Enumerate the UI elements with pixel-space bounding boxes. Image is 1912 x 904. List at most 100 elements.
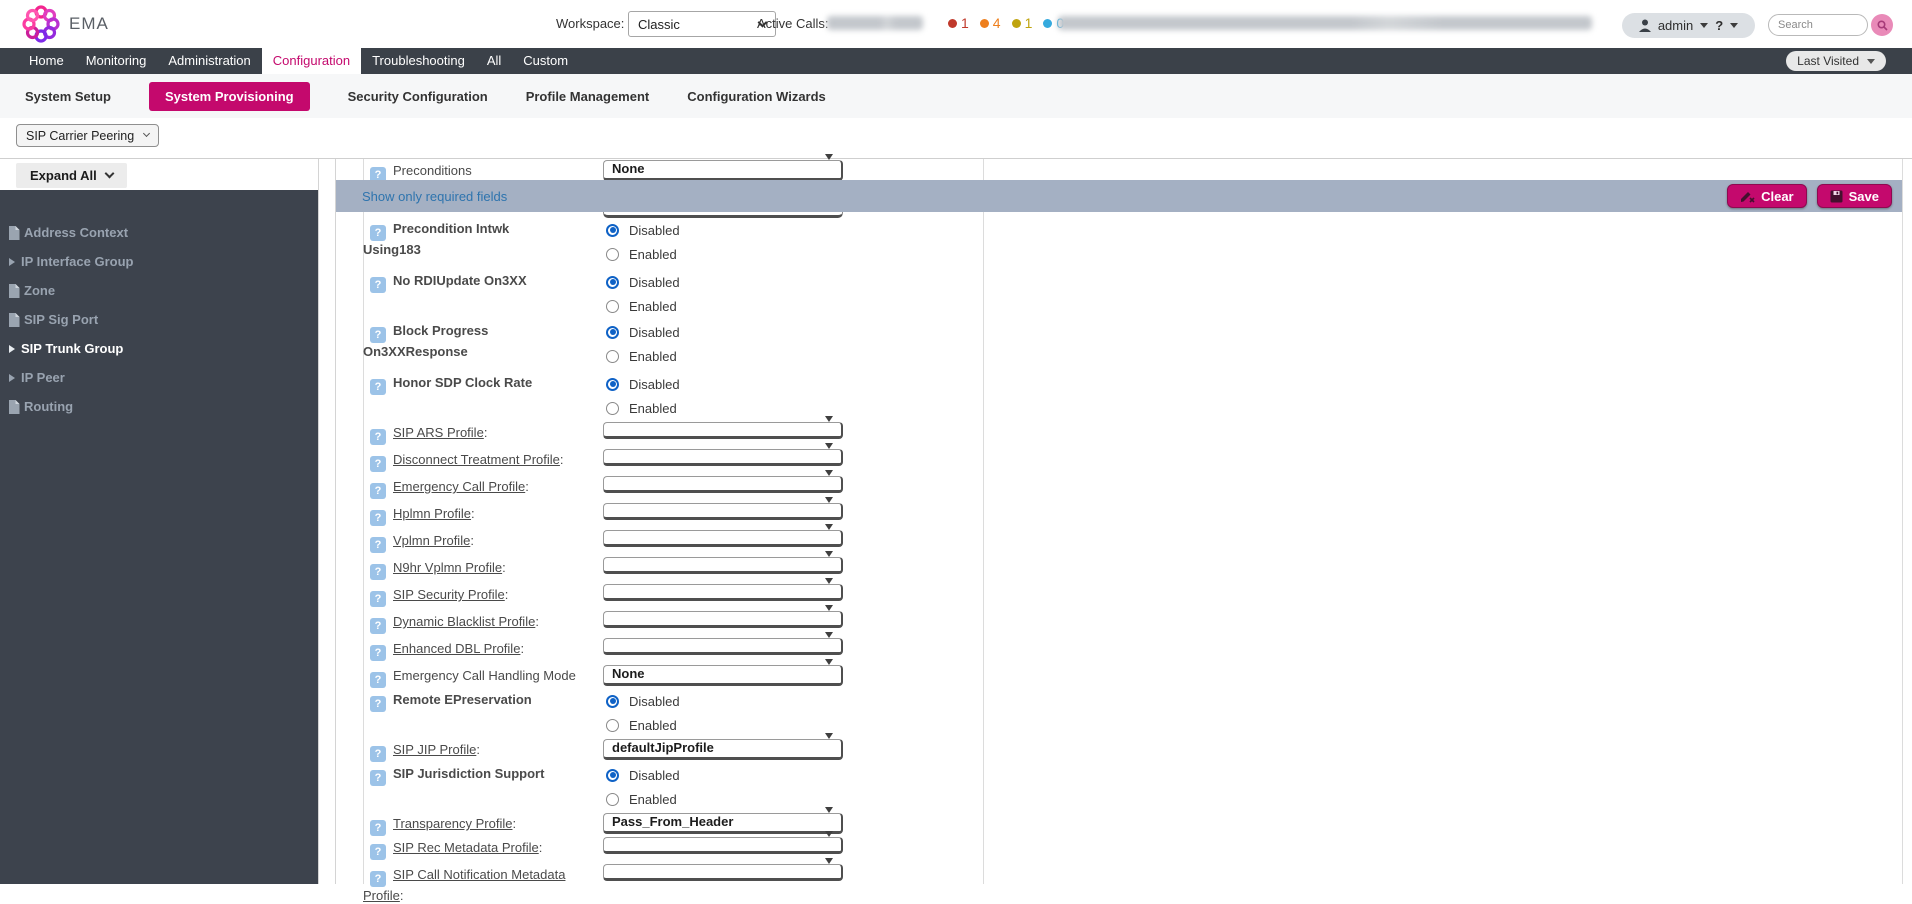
- radio-option-disabled[interactable]: Disabled: [603, 320, 843, 344]
- question-icon[interactable]: ?: [370, 225, 386, 241]
- dynamic-blacklist-profile-select[interactable]: [603, 611, 843, 628]
- radio-option-disabled[interactable]: Disabled: [603, 270, 843, 294]
- radio-input[interactable]: [606, 719, 619, 732]
- field-label-link[interactable]: Enhanced DBL Profile: [393, 641, 520, 656]
- field-label-link[interactable]: Vplmn Profile: [393, 533, 470, 548]
- hplmn-profile-select[interactable]: [603, 503, 843, 520]
- search-input[interactable]: [1768, 14, 1868, 36]
- nav-item-troubleshooting[interactable]: Troubleshooting: [361, 48, 476, 74]
- search-button[interactable]: [1871, 14, 1893, 36]
- radio-option-enabled[interactable]: Enabled: [603, 787, 843, 811]
- radio-option-enabled[interactable]: Enabled: [603, 713, 843, 737]
- radio-option-enabled[interactable]: Enabled: [603, 396, 843, 420]
- field-label-link[interactable]: SIP Rec Metadata Profile: [393, 840, 539, 855]
- sidebar-item-address-context[interactable]: Address Context: [0, 218, 318, 247]
- vplmn-profile-select[interactable]: [603, 530, 843, 547]
- n9hr-vplmn-profile-select[interactable]: [603, 557, 843, 574]
- question-icon[interactable]: ?: [370, 277, 386, 293]
- field-label-link[interactable]: SIP ARS Profile: [393, 425, 484, 440]
- nav-item-custom[interactable]: Custom: [512, 48, 579, 74]
- nav-item-home[interactable]: Home: [18, 48, 75, 74]
- radio-input[interactable]: [606, 378, 619, 391]
- radio-option-enabled[interactable]: Enabled: [603, 294, 843, 318]
- nav-item-all[interactable]: All: [476, 48, 512, 74]
- sip-call-notification-metadata-profile-select[interactable]: [603, 864, 843, 881]
- user-menu[interactable]: admin ?: [1622, 13, 1755, 38]
- preconditions-select[interactable]: None: [603, 160, 843, 181]
- field-label-link[interactable]: SIP Call Notification Metadata Profile: [363, 867, 565, 903]
- sidebar-scrollbar[interactable]: [318, 159, 336, 884]
- radio-input[interactable]: [606, 224, 619, 237]
- subnav-item-configuration-wizards[interactable]: Configuration Wizards: [687, 89, 826, 104]
- emergency-call-handling-mode-select[interactable]: None: [603, 665, 843, 686]
- field-label-link[interactable]: Dynamic Blacklist Profile: [393, 614, 535, 629]
- radio-input[interactable]: [606, 326, 619, 339]
- radio-input[interactable]: [606, 695, 619, 708]
- radio-option-enabled[interactable]: Enabled: [603, 344, 843, 368]
- radio-option-disabled[interactable]: Disabled: [603, 689, 843, 713]
- transparency-profile-select[interactable]: Pass_From_Header: [603, 813, 843, 834]
- sip-ars-profile-select[interactable]: [603, 422, 843, 439]
- field-label-link[interactable]: SIP Security Profile: [393, 587, 505, 602]
- field-label-link[interactable]: N9hr Vplmn Profile: [393, 560, 502, 575]
- sip-security-profile-select[interactable]: [603, 584, 843, 601]
- field-label-link[interactable]: Disconnect Treatment Profile: [393, 452, 560, 467]
- field-label-link[interactable]: SIP JIP Profile: [393, 742, 476, 757]
- radio-input[interactable]: [606, 769, 619, 782]
- subnav-item-system-setup[interactable]: System Setup: [25, 89, 111, 104]
- sip-rec-metadata-profile-select[interactable]: [603, 837, 843, 854]
- radio-option-disabled[interactable]: Disabled: [603, 763, 843, 787]
- question-icon[interactable]: ?: [370, 645, 386, 661]
- question-icon[interactable]: ?: [370, 746, 386, 762]
- radio-option-disabled[interactable]: Disabled: [603, 218, 843, 242]
- sidebar-item-ip-peer[interactable]: IP Peer: [0, 363, 318, 392]
- field-label-link[interactable]: Emergency Call Profile: [393, 479, 525, 494]
- question-icon[interactable]: ?: [370, 510, 386, 526]
- radio-input[interactable]: [606, 300, 619, 313]
- question-icon[interactable]: ?: [370, 696, 386, 712]
- radio-option-enabled[interactable]: Enabled: [603, 242, 843, 266]
- question-icon[interactable]: ?: [370, 564, 386, 580]
- question-icon[interactable]: ?: [370, 379, 386, 395]
- question-icon[interactable]: ?: [370, 820, 386, 836]
- subnav-item-security-configuration[interactable]: Security Configuration: [348, 89, 488, 104]
- subnav-item-system-provisioning[interactable]: System Provisioning: [149, 82, 310, 111]
- last-visited-button[interactable]: Last Visited: [1786, 51, 1886, 71]
- question-icon[interactable]: ?: [370, 591, 386, 607]
- question-icon[interactable]: ?: [370, 844, 386, 860]
- question-icon[interactable]: ?: [370, 456, 386, 472]
- context-select[interactable]: SIP Carrier Peering: [16, 124, 159, 147]
- save-button[interactable]: Save: [1817, 184, 1892, 208]
- subnav-item-profile-management[interactable]: Profile Management: [526, 89, 650, 104]
- nav-item-monitoring[interactable]: Monitoring: [75, 48, 158, 74]
- field-label-link[interactable]: Hplmn Profile: [393, 506, 471, 521]
- show-required-link[interactable]: Show only required fields: [362, 189, 507, 204]
- sip-jip-profile-select[interactable]: defaultJipProfile: [603, 739, 843, 760]
- field-label-link[interactable]: Transparency Profile: [393, 816, 512, 831]
- sidebar-item-ip-interface-group[interactable]: IP Interface Group: [0, 247, 318, 276]
- nav-item-configuration[interactable]: Configuration: [262, 48, 361, 74]
- question-icon[interactable]: ?: [370, 672, 386, 688]
- nav-item-administration[interactable]: Administration: [157, 48, 261, 74]
- question-icon[interactable]: ?: [370, 871, 386, 887]
- radio-input[interactable]: [606, 402, 619, 415]
- clear-button[interactable]: Clear: [1727, 184, 1807, 208]
- question-icon[interactable]: ?: [370, 618, 386, 634]
- question-icon[interactable]: ?: [370, 537, 386, 553]
- sidebar-item-sip-trunk-group[interactable]: SIP Trunk Group: [0, 334, 318, 363]
- question-icon[interactable]: ?: [370, 770, 386, 786]
- radio-option-disabled[interactable]: Disabled: [603, 372, 843, 396]
- workspace-select[interactable]: Classic: [628, 11, 776, 37]
- disconnect-treatment-profile-select[interactable]: [603, 449, 843, 466]
- question-icon[interactable]: ?: [370, 429, 386, 445]
- radio-input[interactable]: [606, 793, 619, 806]
- sidebar-item-zone[interactable]: Zone: [0, 276, 318, 305]
- radio-input[interactable]: [606, 276, 619, 289]
- question-icon[interactable]: ?: [370, 483, 386, 499]
- enhanced-dbl-profile-select[interactable]: [603, 638, 843, 655]
- question-icon[interactable]: ?: [370, 327, 386, 343]
- radio-input[interactable]: [606, 248, 619, 261]
- sidebar-item-sip-sig-port[interactable]: SIP Sig Port: [0, 305, 318, 334]
- sidebar-item-routing[interactable]: Routing: [0, 392, 318, 421]
- expand-all-button[interactable]: Expand All: [16, 163, 127, 188]
